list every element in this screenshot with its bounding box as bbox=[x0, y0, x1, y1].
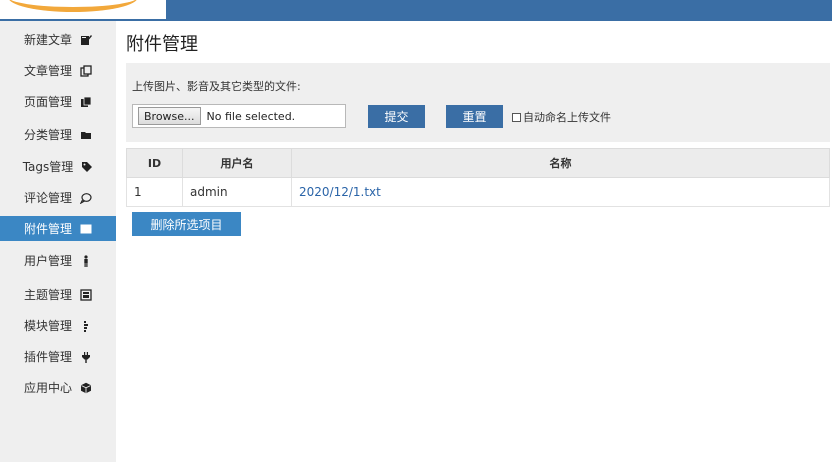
folder-icon bbox=[80, 129, 92, 141]
sidebar-item-tags[interactable]: Tags管理 bbox=[0, 154, 116, 179]
sidebar-item-app-center[interactable]: 应用中心 bbox=[0, 375, 116, 400]
delete-selected-button[interactable]: 删除所选项目 bbox=[132, 212, 241, 236]
sidebar-item-new-article[interactable]: 新建文章 bbox=[0, 27, 116, 52]
sidebar-item-label: 新建文章 bbox=[23, 33, 72, 47]
column-header-id[interactable]: ID bbox=[126, 148, 183, 178]
sidebar-item-label: 评论管理 bbox=[23, 191, 72, 205]
sidebar-item-label: 分类管理 bbox=[23, 128, 72, 142]
edit-icon bbox=[80, 34, 92, 46]
sidebar: 新建文章 文章管理 页面管理 分类管理 Tags管理 评论管理 附件管理 用户管… bbox=[0, 21, 116, 462]
upload-description: 上传图片、影音及其它类型的文件: bbox=[132, 80, 301, 93]
hdd-icon bbox=[80, 223, 92, 235]
sidebar-item-label: 模块管理 bbox=[23, 319, 72, 333]
sidebar-item-themes[interactable]: 主题管理 bbox=[0, 282, 116, 307]
sidebar-item-plugins[interactable]: 插件管理 bbox=[0, 344, 116, 369]
module-icon bbox=[80, 320, 92, 332]
auto-rename-option[interactable]: 自动命名上传文件 bbox=[512, 109, 611, 125]
copy-icon bbox=[80, 64, 92, 77]
upload-panel: 上传图片、影音及其它类型的文件: Browse... No file selec… bbox=[126, 63, 830, 142]
sidebar-item-label: Tags管理 bbox=[22, 160, 74, 174]
sidebar-item-users[interactable]: 用户管理 bbox=[0, 248, 116, 273]
column-header-name[interactable]: 名称 bbox=[291, 148, 830, 178]
sidebar-item-label: 主题管理 bbox=[23, 288, 72, 302]
table-row[interactable]: 1 admin 2020/12/1.txt bbox=[126, 177, 830, 207]
reset-button[interactable]: 重置 bbox=[446, 105, 503, 128]
sidebar-item-label: 用户管理 bbox=[23, 254, 72, 268]
sidebar-item-label: 插件管理 bbox=[23, 350, 72, 364]
file-input[interactable]: Browse... No file selected. bbox=[132, 104, 346, 128]
sidebar-item-label: 文章管理 bbox=[23, 64, 72, 78]
attachments-table: ID 用户名 名称 1 admin 2020/12/1.txt bbox=[126, 148, 830, 207]
user-icon bbox=[80, 254, 92, 267]
submit-button[interactable]: 提交 bbox=[368, 105, 425, 128]
cell-id: 1 bbox=[126, 177, 183, 207]
comment-icon bbox=[79, 192, 92, 205]
cell-file-link[interactable]: 2020/12/1.txt bbox=[291, 177, 830, 207]
auto-rename-checkbox[interactable] bbox=[512, 112, 521, 122]
sidebar-item-categories[interactable]: 分类管理 bbox=[0, 122, 116, 147]
box-icon bbox=[80, 382, 92, 394]
pages-icon bbox=[80, 96, 92, 108]
page-title: 附件管理 bbox=[126, 34, 198, 54]
sidebar-item-label: 应用中心 bbox=[23, 381, 72, 395]
sidebar-item-comments[interactable]: 评论管理 bbox=[0, 185, 116, 210]
table-header-row: ID 用户名 名称 bbox=[126, 148, 830, 178]
theme-icon bbox=[80, 288, 92, 301]
sidebar-item-modules[interactable]: 模块管理 bbox=[0, 313, 116, 338]
plug-icon bbox=[80, 351, 92, 363]
sidebar-item-articles[interactable]: 文章管理 bbox=[0, 58, 116, 83]
logo-swoosh-icon bbox=[8, 0, 138, 12]
sidebar-item-label: 页面管理 bbox=[23, 95, 72, 109]
browse-button[interactable]: Browse... bbox=[138, 107, 201, 125]
file-status: No file selected. bbox=[206, 109, 296, 123]
auto-rename-label: 自动命名上传文件 bbox=[523, 111, 611, 124]
column-header-user[interactable]: 用户名 bbox=[182, 148, 292, 178]
logo[interactable] bbox=[0, 0, 166, 19]
tag-icon bbox=[81, 161, 93, 173]
sidebar-item-label: 附件管理 bbox=[23, 222, 72, 236]
sidebar-item-pages[interactable]: 页面管理 bbox=[0, 89, 116, 114]
cell-user: admin bbox=[182, 177, 292, 207]
sidebar-item-attachments[interactable]: 附件管理 bbox=[0, 216, 116, 241]
